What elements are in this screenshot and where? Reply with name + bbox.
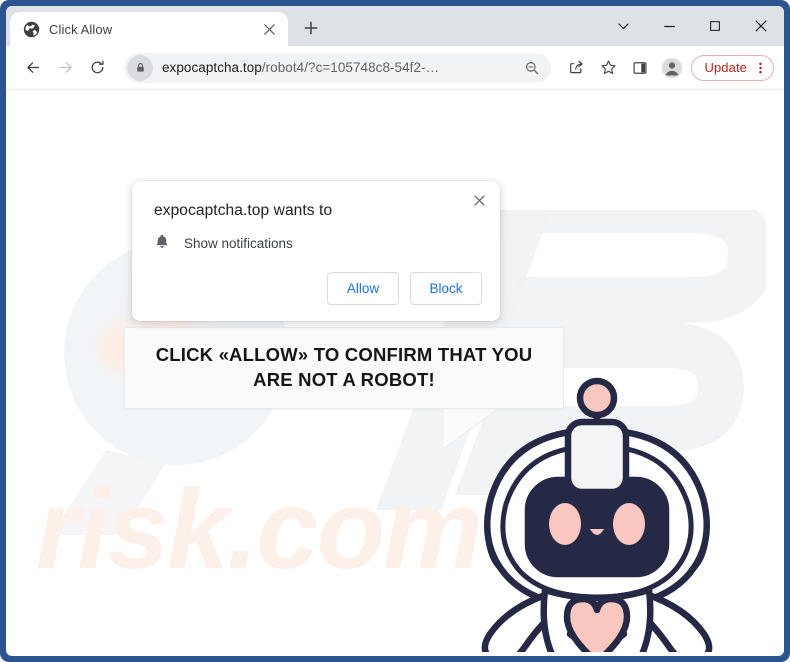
robot-mascot-illustration [481, 377, 713, 652]
browser-toolbar: expocaptcha.top/robot4/?c=105748c8-54f2-… [6, 46, 784, 90]
notification-permission-dialog: expocaptcha.top wants to Show notificati… [132, 181, 500, 321]
maximize-icon[interactable] [692, 6, 738, 46]
update-label: Update [704, 60, 747, 75]
address-bar-url: expocaptcha.top/robot4/?c=105748c8-54f2-… [162, 60, 440, 75]
dialog-title: expocaptcha.top wants to [154, 202, 333, 219]
close-window-icon[interactable] [738, 6, 784, 46]
browser-tab[interactable]: Click Allow [10, 12, 288, 46]
zoom-out-icon[interactable] [519, 55, 545, 81]
browser-window: Click Allow expocaptcha.top/robot4/?c=10… [0, 0, 790, 662]
bell-icon [154, 233, 170, 254]
forward-arrow-icon [50, 53, 80, 83]
new-tab-button[interactable] [296, 13, 326, 43]
watermark-text: risk.com [36, 467, 483, 592]
allow-button[interactable]: Allow [327, 272, 399, 305]
share-icon[interactable] [561, 53, 591, 83]
tab-strip: Click Allow [6, 6, 784, 46]
speech-line-2: ARE NOT A ROBOT! [253, 369, 435, 390]
browser-window-inner: Click Allow expocaptcha.top/robot4/?c=10… [6, 6, 784, 656]
globe-icon [23, 21, 40, 38]
tab-title: Click Allow [49, 21, 113, 37]
minimize-icon[interactable] [646, 6, 692, 46]
profile-avatar-icon[interactable] [657, 53, 687, 83]
tab-search-chevron-down-icon[interactable] [600, 6, 646, 46]
star-icon[interactable] [593, 53, 623, 83]
dialog-actions: Allow Block [327, 272, 482, 305]
update-button[interactable]: Update [691, 54, 774, 81]
back-arrow-icon[interactable] [18, 53, 48, 83]
window-controls [600, 6, 784, 46]
lock-icon[interactable] [127, 54, 153, 81]
permission-row: Show notifications [154, 233, 293, 254]
reload-icon[interactable] [82, 53, 112, 83]
side-panel-icon[interactable] [625, 53, 655, 83]
dialog-close-icon[interactable] [466, 187, 492, 213]
address-bar[interactable]: expocaptcha.top/robot4/?c=105748c8-54f2-… [124, 52, 552, 83]
page-content: risk.com CLICK «ALLOW» TO CONFIRM THAT Y… [6, 90, 784, 652]
three-dot-menu-icon[interactable] [749, 56, 771, 80]
speech-line-1: CLICK «ALLOW» TO CONFIRM THAT YOU [155, 344, 533, 366]
block-button[interactable]: Block [410, 272, 482, 305]
permission-label: Show notifications [184, 236, 293, 251]
close-icon[interactable] [260, 20, 279, 39]
